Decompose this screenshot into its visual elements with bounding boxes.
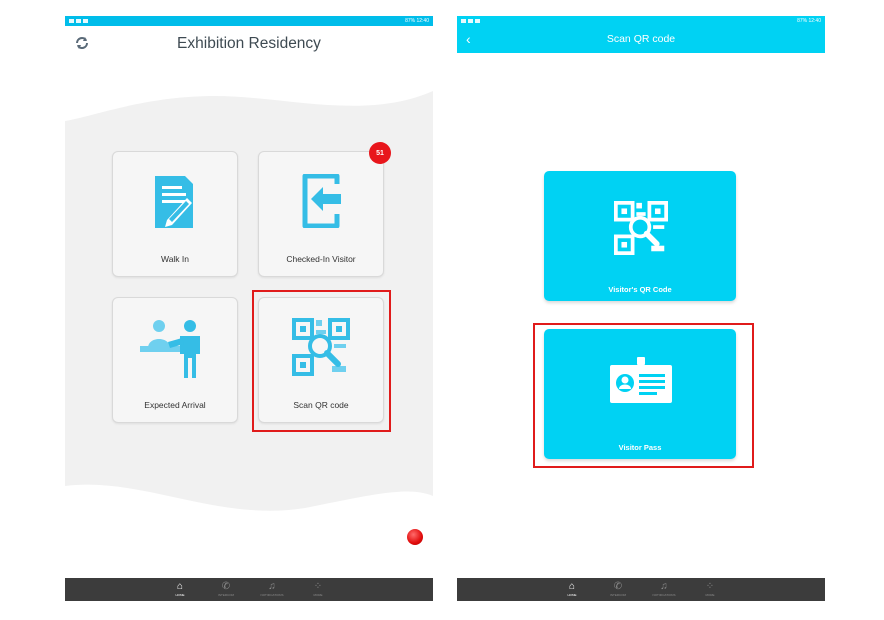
phone-icon: ✆ [221, 581, 231, 592]
visitors-qr-code-card[interactable]: Visitor's QR Code [544, 171, 736, 301]
highlight-box [252, 290, 391, 432]
walk-in-label: Walk In [160, 254, 190, 264]
status-text: 87% 12:40 [405, 18, 429, 24]
highlight-box [533, 323, 754, 468]
nav-notifications[interactable]: ♫ NOTIFICATIONS [653, 581, 676, 601]
home-icon: ⌂ [176, 581, 184, 592]
status-bar: 87% 12:40 [65, 16, 433, 26]
phone-icon: ✆ [613, 581, 623, 592]
nav-more[interactable]: ⁘ MORE [307, 581, 329, 601]
bell-icon: ♫ [268, 581, 276, 592]
notification-icons [461, 19, 480, 23]
sign-in-icon [302, 174, 345, 228]
home-screen: 87% 12:40 Exhibition Residency Walk In C… [65, 16, 433, 601]
checked-in-visitor-tile[interactable]: Checked-In Visitor 51 [258, 142, 391, 277]
status-text: 87% 12:40 [797, 18, 821, 24]
nav-home[interactable]: ⌂ HOME [561, 581, 583, 601]
page-title: Exhibition Residency [177, 35, 321, 52]
notification-badge: 51 [369, 142, 391, 164]
nav-notifications[interactable]: ♫ NOTIFICATIONS [261, 581, 284, 601]
scan-qr-screen: 87% 12:40 ‹ Scan QR code Visitor's QR Co… [457, 16, 825, 601]
floating-record-button[interactable] [407, 529, 423, 545]
qr-scan-icon [614, 201, 668, 255]
nav-intercom[interactable]: ✆ INTERCOM [607, 581, 629, 601]
visitors-qr-code-label: Visitor's QR Code [608, 285, 672, 294]
nav-home[interactable]: ⌂ HOME [169, 581, 191, 601]
checked-in-visitor-label: Checked-In Visitor [286, 254, 356, 264]
walk-in-tile[interactable]: Walk In [112, 151, 238, 277]
bottom-nav: ⌂ HOME ✆ INTERCOM ♫ NOTIFICATIONS ⁘ MORE [65, 578, 433, 601]
page-title: Scan QR code [606, 33, 676, 45]
reception-icon [140, 320, 200, 378]
walk-in-icon [155, 176, 193, 228]
nav-intercom[interactable]: ✆ INTERCOM [215, 581, 237, 601]
expected-arrival-label: Expected Arrival [144, 400, 206, 410]
status-bar: 87% 12:40 [457, 16, 825, 26]
grid-icon: ⁘ [705, 581, 715, 592]
footer-wave [65, 484, 433, 586]
expected-arrival-tile[interactable]: Expected Arrival [112, 297, 238, 423]
bell-icon: ♫ [660, 581, 668, 592]
grid-icon: ⁘ [313, 581, 323, 592]
app-bar: ‹ Scan QR code [457, 26, 825, 53]
nav-more[interactable]: ⁘ MORE [699, 581, 721, 601]
bottom-nav: ⌂ HOME ✆ INTERCOM ♫ NOTIFICATIONS ⁘ MORE [457, 578, 825, 601]
notification-icons [69, 19, 88, 23]
home-icon: ⌂ [568, 581, 576, 592]
